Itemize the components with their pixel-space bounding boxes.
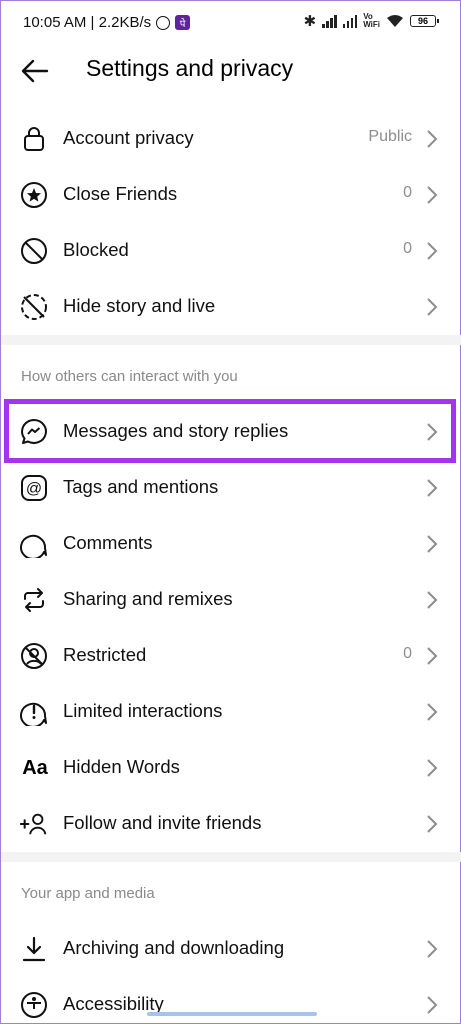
- status-left: 10:05 AM | 2.2KB/s पे: [23, 14, 191, 31]
- chevron-right-icon: [427, 759, 438, 777]
- block-icon: [20, 237, 48, 265]
- row-accessibility[interactable]: Accessibility: [1, 977, 460, 1033]
- page-title: Settings and privacy: [86, 55, 294, 81]
- row-label: Close Friends: [63, 183, 178, 204]
- row-tags[interactable]: @ Tags and mentions: [1, 460, 460, 516]
- chevron-right-icon: [427, 703, 438, 721]
- signal-icon-2: [342, 14, 358, 28]
- row-value: 0: [403, 240, 412, 257]
- section-divider-2: [1, 852, 461, 862]
- chevron-right-icon: [427, 940, 438, 958]
- download-icon: [20, 935, 48, 963]
- svg-text:@: @: [26, 481, 42, 498]
- row-label: Sharing and remixes: [63, 588, 233, 609]
- row-label: Tags and mentions: [63, 476, 219, 497]
- wifi-icon: [387, 15, 403, 27]
- section-divider: [1, 335, 461, 345]
- chevron-right-icon: [427, 479, 438, 497]
- chevron-right-icon: [427, 535, 438, 553]
- chevron-right-icon: [427, 242, 438, 260]
- row-label: Blocked: [63, 239, 129, 260]
- row-restricted[interactable]: Restricted 0: [1, 628, 460, 684]
- row-close-friends[interactable]: Close Friends 0: [1, 167, 460, 223]
- row-label: Archiving and downloading: [63, 937, 285, 958]
- back-arrow-icon[interactable]: [19, 55, 51, 87]
- bluetooth-icon: ✱: [303, 13, 317, 30]
- row-label: Hidden Words: [63, 756, 180, 777]
- status-time: 10:05 AM | 2.2KB/s: [23, 14, 152, 31]
- row-comments[interactable]: Comments: [1, 516, 460, 572]
- row-label: Limited interactions: [63, 700, 223, 721]
- star-circle-icon: [20, 181, 48, 209]
- status-right: ✱ Vo WiFi 96: [303, 12, 439, 30]
- row-value: 0: [403, 184, 412, 201]
- row-blocked[interactable]: Blocked 0: [1, 223, 460, 279]
- row-archiving[interactable]: Archiving and downloading: [1, 921, 460, 977]
- at-sign-icon: @: [20, 474, 48, 502]
- row-label: Account privacy: [63, 127, 194, 148]
- row-label: Hide story and live: [63, 295, 216, 316]
- chevron-right-icon: [427, 298, 438, 316]
- chevron-right-icon: [427, 130, 438, 148]
- vowifi-label: Vo WiFi: [363, 12, 380, 29]
- row-sharing[interactable]: Sharing and remixes: [1, 572, 460, 628]
- home-indicator[interactable]: [147, 1012, 317, 1016]
- phonepe-icon: पे: [175, 15, 191, 30]
- signal-icon: [322, 14, 337, 28]
- row-value: 0: [403, 645, 412, 662]
- row-label: Comments: [63, 532, 153, 553]
- row-label: Follow and invite friends: [63, 812, 262, 833]
- comment-icon: [20, 530, 48, 558]
- chevron-right-icon: [427, 647, 438, 665]
- alert-circle-icon: [20, 698, 48, 726]
- section-header-interact: How others can interact with you: [21, 368, 238, 385]
- repost-icon: [20, 586, 48, 614]
- row-hidden-words[interactable]: Aa Hidden Words: [1, 740, 460, 796]
- chevron-right-icon: [427, 591, 438, 609]
- status-bar: 10:05 AM | 2.2KB/s पे ✱ Vo WiFi 96: [1, 1, 461, 45]
- row-label: Restricted: [63, 644, 147, 665]
- battery-icon: 96: [410, 15, 439, 27]
- accessibility-icon: [20, 991, 48, 1019]
- row-value: Public: [368, 128, 412, 145]
- chevron-right-icon: [427, 815, 438, 833]
- section-header-app-media: Your app and media: [21, 885, 155, 902]
- row-account-privacy[interactable]: Account privacy Public: [1, 111, 460, 167]
- restricted-icon: [20, 642, 48, 670]
- highlight-box: [4, 399, 456, 463]
- header: Settings and privacy: [1, 45, 461, 97]
- row-hide-story[interactable]: Hide story and live: [1, 279, 460, 335]
- add-person-icon: [20, 810, 48, 838]
- alarm-icon: [156, 15, 171, 30]
- chevron-right-icon: [427, 996, 438, 1014]
- row-limited[interactable]: Limited interactions: [1, 684, 460, 740]
- text-aa-icon: Aa: [22, 756, 48, 779]
- hide-story-icon: [20, 293, 48, 321]
- row-follow-invite[interactable]: Follow and invite friends: [1, 796, 460, 852]
- lock-icon: [20, 125, 48, 153]
- chevron-right-icon: [427, 186, 438, 204]
